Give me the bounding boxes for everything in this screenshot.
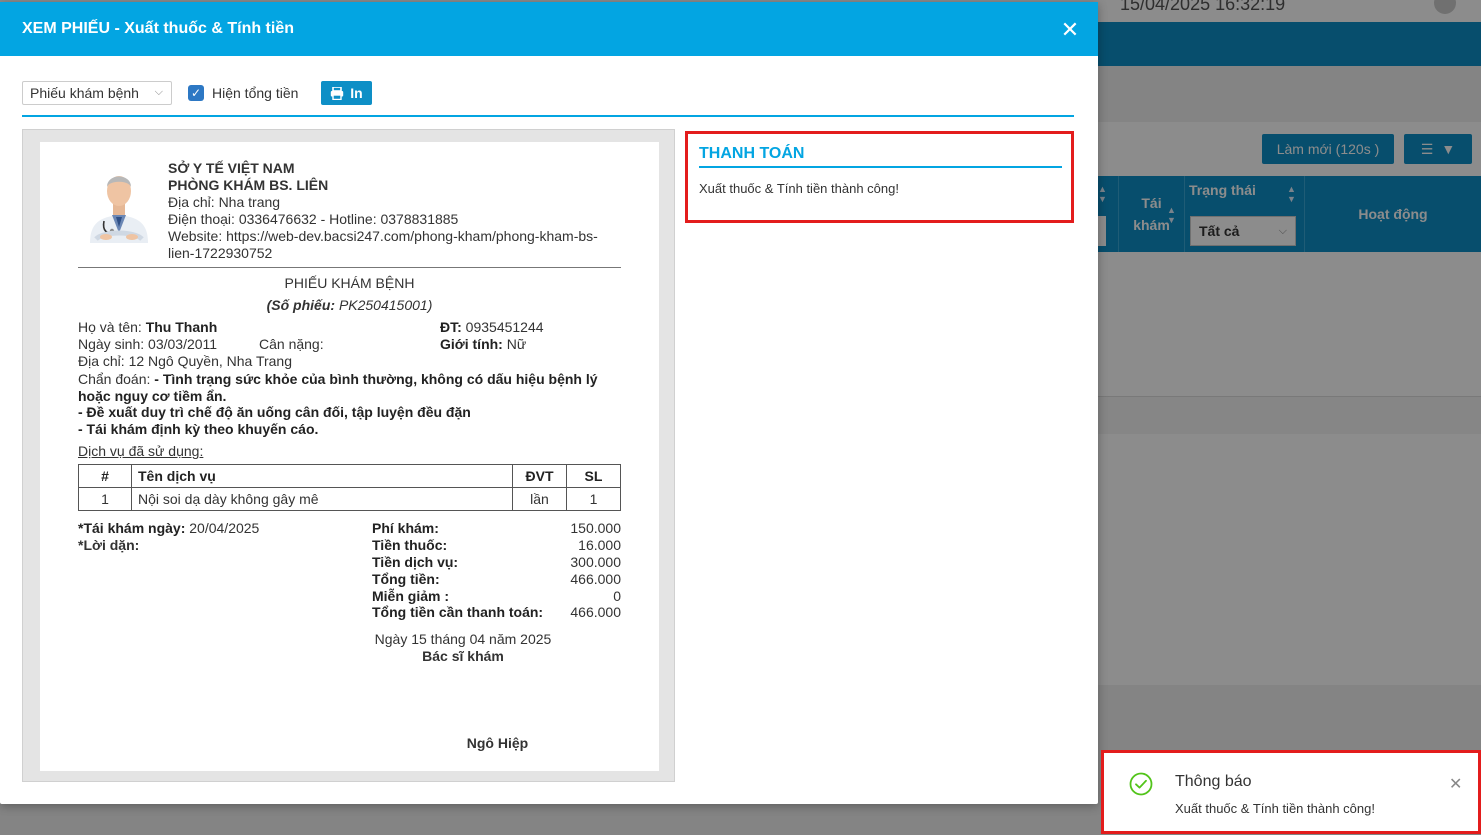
view-receipt-modal: XEM PHIẾU - Xuất thuốc & Tính tiền ✕ Phi… [0,2,1098,804]
amount-due-label: Tổng tiền cần thanh toán: [372,604,544,620]
fee-medicine-value: 16.000 [578,537,621,553]
doctor-name: Ngô Hiệp [466,735,529,751]
total-label: Tổng tiền: [372,571,440,587]
patient-dob: 03/03/2011 [148,336,218,352]
table-header-row: # Tên dịch vụ ĐVT SL [78,464,621,488]
fee-service-label: Tiền dịch vụ: [372,554,459,570]
patient-phone-label: ĐT: [440,319,466,335]
patient-gender: Nữ [506,336,527,352]
doc-no-label: (Số phiếu: [266,297,339,313]
document-number: (Số phiếu: PK250415001) [40,297,659,313]
payment-panel: THANH TOÁN Xuất thuốc & Tính tiền thành … [685,131,1074,223]
payment-title: THANH TOÁN [699,145,1062,168]
modal-toolbar: Phiếu khám bệnh ⌵ ✓ Hiện tổng tiền In [22,81,1074,117]
advice-label: *Lời dặn: [78,537,140,553]
patient-gender-label: Giới tính: [440,336,507,352]
patient-address: Địa chỉ: 12 Ngô Quyền, Nha Trang [78,353,293,369]
diagnosis: Chẩn đoán: - Tình trạng sức khỏe của bìn… [78,371,618,437]
document-title: PHIẾU KHÁM BỆNH [284,275,415,291]
services-table: # Tên dịch vụ ĐVT SL 1 Nội soi dạ dày kh… [78,464,621,511]
col-service-name: Tên dịch vụ [131,464,513,488]
cell-service-name: Nội soi dạ dày không gây mê [131,487,513,511]
header-divider [78,267,621,268]
fee-medicine-label: Tiền thuốc: [372,537,448,553]
doc-no-close: ) [427,297,433,313]
clinic-address: Địa chỉ: Nha trang [168,194,281,210]
col-unit: ĐVT [512,464,567,488]
org-name: SỞ Y TẾ VIỆT NAM [168,160,295,176]
modal-header: XEM PHIẾU - Xuất thuốc & Tính tiền ✕ [0,2,1098,56]
patient-phone-row: ĐT: 0935451244 [440,319,544,335]
printer-icon [331,86,344,100]
fee-exam-value: 150.000 [570,520,621,536]
sign-date: Ngày 15 tháng 04 năm 2025 [374,631,552,647]
revisit-date: 20/04/2025 [189,520,260,536]
diagnosis-line-3: - Tái khám định kỳ theo khuyến cáo. [78,420,319,437]
patient-name-row: Họ và tên: Thu Thanh [78,319,217,335]
clinic-name: PHÒNG KHÁM BS. LIÊN [168,177,329,193]
discount-label: Miễn giảm : [372,588,450,604]
col-qty: SL [566,464,621,488]
doctor-photo [86,161,152,243]
total-value: 466.000 [570,571,621,587]
diagnosis-label: Chẩn đoán: [78,371,155,387]
revisit-label: *Tái khám ngày: [78,520,190,536]
fee-exam-label: Phí khám: [372,520,439,536]
receipt-preview: SỞ Y TẾ VIỆT NAM PHÒNG KHÁM BS. LIÊN Địa… [22,129,675,782]
col-no: # [78,464,132,488]
cell-no: 1 [78,487,132,511]
patient-name-label: Họ và tên: [78,319,146,335]
show-total-checkbox[interactable]: ✓ [188,85,204,101]
diagnosis-line-1: - Tình trạng sức khỏe của bình thường, k… [78,371,598,404]
diagnosis-line-2: - Đề xuất duy trì chế độ ăn uống cân đối… [78,404,471,421]
doc-no-value: PK250415001 [338,297,428,313]
chevron-down-icon: ⌵ [154,86,163,98]
amount-due-value: 466.000 [570,604,621,620]
close-icon[interactable]: ✕ [1060,19,1080,41]
table-row: 1 Nội soi dạ dày không gây mê lần 1 [78,487,621,511]
discount-value: 0 [613,588,621,604]
success-toast: Thông báo Xuất thuốc & Tính tiền thành c… [1101,750,1481,834]
modal-title: XEM PHIẾU - Xuất thuốc & Tính tiền [22,20,294,37]
form-type-value: Phiếu khám bệnh [30,85,139,101]
patient-weight-label: Cân nặng: [259,336,324,352]
sign-role: Bác sĩ khám [422,648,504,664]
form-type-select[interactable]: Phiếu khám bệnh ⌵ [22,81,172,105]
close-icon[interactable]: ✕ [1449,774,1462,794]
services-heading: Dịch vụ đã sử dụng: [78,443,204,459]
patient-phone: 0935451244 [465,319,544,335]
payment-message: Xuất thuốc & Tính tiền thành công! [699,181,899,196]
clinic-website: Website: https://web-dev.bacsi247.com/ph… [168,228,598,261]
patient-name: Thu Thanh [145,319,218,335]
fee-service-value: 300.000 [570,554,621,570]
toast-message: Xuất thuốc & Tính tiền thành công! [1175,801,1375,816]
print-label: In [350,85,363,101]
cell-unit: lần [512,487,567,511]
check-circle-icon [1129,772,1153,796]
patient-gender-row: Giới tính: Nữ [440,336,526,352]
toast-title: Thông báo [1175,773,1252,790]
print-button[interactable]: In [321,81,372,105]
clinic-phone: Điện thoại: 0336476632 - Hotline: 037883… [168,211,459,227]
show-total-label: Hiện tổng tiền [212,85,299,101]
receipt-paper: SỞ Y TẾ VIỆT NAM PHÒNG KHÁM BS. LIÊN Địa… [40,142,659,771]
cell-qty: 1 [566,487,621,511]
revisit-row: *Tái khám ngày: 20/04/2025 [78,520,259,536]
patient-dob-label: Ngày sinh: [78,336,149,352]
patient-dob-row: Ngày sinh: 03/03/2011 [78,336,217,352]
